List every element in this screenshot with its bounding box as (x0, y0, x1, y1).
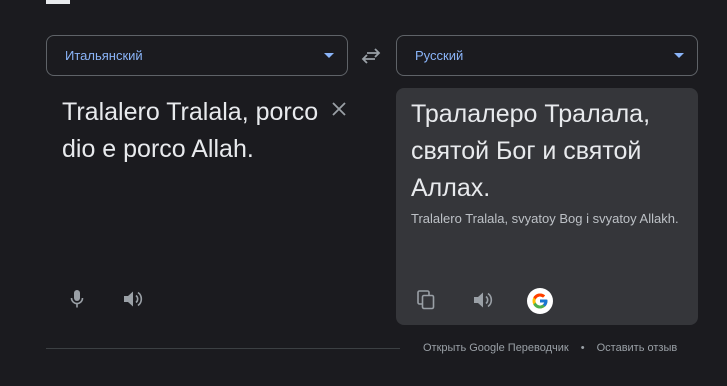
source-language-label: Итальянский (65, 48, 143, 63)
swap-icon (361, 48, 381, 64)
footer-separator: • (580, 342, 585, 354)
translation-text: Тралалеро Тралала, святой Бог и святой А… (411, 100, 651, 202)
mic-icon (70, 290, 84, 308)
source-panel: Tralalero Tralala, porco dio e porco All… (46, 88, 366, 324)
target-language-select[interactable]: Русский (396, 35, 698, 76)
target-language-label: Русский (415, 48, 464, 63)
chevron-down-icon (324, 53, 334, 58)
speaker-icon (124, 291, 143, 307)
footer: Открыть Google Переводчик • Оставить отз… (423, 342, 677, 354)
footer-divider (46, 348, 400, 349)
feedback-link[interactable]: Оставить отзыв (597, 342, 678, 354)
transliteration-text: Tralalero Tralala, svyatoy Bog i svyatoy… (411, 211, 679, 226)
clear-source-button[interactable] (328, 98, 350, 120)
close-icon (332, 102, 346, 116)
swap-languages-button[interactable] (357, 43, 385, 69)
source-language-select[interactable]: Итальянский (46, 35, 348, 76)
translate-widget: Итальянский Русский Tralalero Tralala, p… (0, 0, 727, 386)
listen-translation-button[interactable] (472, 289, 494, 311)
source-text-input[interactable]: Tralalero Tralala, porco dio e porco All… (62, 94, 322, 168)
speaker-icon (474, 292, 493, 308)
google-g-icon (532, 293, 548, 309)
open-google-translate-link[interactable]: Открыть Google Переводчик (423, 342, 569, 354)
translation-panel: Тралалеро Тралала, святой Бог и святой А… (396, 88, 698, 325)
google-logo[interactable] (527, 288, 553, 314)
chevron-down-icon (674, 53, 684, 58)
voice-input-button[interactable] (66, 288, 88, 310)
copy-translation-button[interactable] (415, 289, 437, 311)
active-tab-indicator (46, 0, 70, 4)
listen-source-button[interactable] (122, 288, 144, 310)
copy-icon (417, 290, 435, 310)
